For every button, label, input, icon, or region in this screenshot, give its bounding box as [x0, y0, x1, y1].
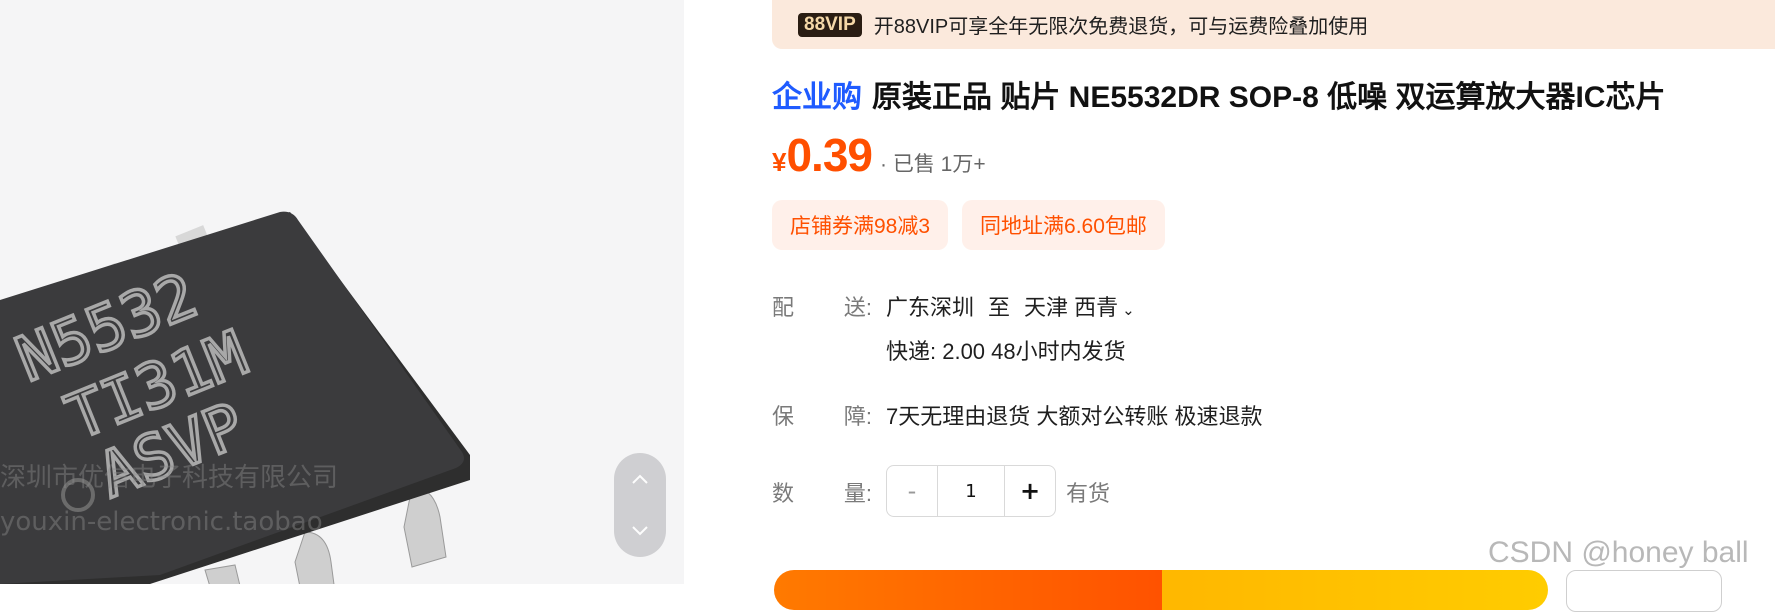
- vip-banner-text: 开88VIP可享全年无限次免费退货，可与运费险叠加使用: [873, 16, 1369, 38]
- price-row: ¥ 0.39 · 已售 1万+: [772, 128, 986, 182]
- product-title-text: 原装正品 贴片 NE5532DR SOP-8 低噪 双运算放大器IC芯片: [872, 81, 1666, 114]
- quantity-label-a: 数: [772, 481, 795, 506]
- quantity-label: 数 量:: [772, 476, 872, 508]
- vip-badge: 88VIP: [798, 12, 862, 37]
- product-image-gallery: N5532 TI31M ASVP 深圳市优信电子科技有限公司 youxin-el…: [0, 0, 684, 584]
- guarantee-text: 7天无理由退货 大额对公转账 极速退款: [886, 404, 1263, 429]
- quantity-increase-button[interactable]: +: [1005, 466, 1055, 516]
- coupon-store[interactable]: 店铺券满98减3: [772, 200, 949, 250]
- delivery-label: 配 送:: [772, 290, 872, 322]
- ship-to-word: 至: [988, 295, 1011, 320]
- quantity-decrease-button[interactable]: -: [887, 466, 937, 516]
- chip-product-image: N5532 TI31M ASVP 深圳市优信电子科技有限公司 youxin-el…: [0, 211, 470, 584]
- buy-now-button[interactable]: [1162, 570, 1548, 610]
- shipping-info: 快递: 2.00 48小时内发货: [886, 339, 1126, 364]
- price-currency: ¥: [772, 147, 787, 177]
- quantity-label-b: 量:: [843, 481, 872, 506]
- chevron-down-icon[interactable]: [614, 505, 666, 557]
- sold-count: · 已售 1万+: [880, 153, 986, 176]
- gallery-nav: [614, 453, 666, 557]
- add-to-cart-button[interactable]: [774, 570, 1162, 610]
- delivery-label-a: 配: [772, 295, 795, 320]
- coupon-free-shipping[interactable]: 同地址满6.60包邮: [962, 200, 1165, 250]
- vip-banner[interactable]: 88VIP 开88VIP可享全年无限次免费退货，可与运费险叠加使用: [772, 0, 1775, 49]
- image-watermark-en: youxin-electronic.taobao: [0, 507, 323, 537]
- chevron-up-icon[interactable]: [614, 453, 666, 505]
- page-watermark: CSDN @honey ball: [1488, 536, 1749, 569]
- price-value: 0.39: [786, 129, 873, 181]
- chevron-down-icon[interactable]: ⌄: [1122, 302, 1135, 319]
- quantity-input[interactable]: 1: [937, 466, 1005, 516]
- guarantee-label-b: 障:: [843, 404, 872, 429]
- enterprise-purchase-tag[interactable]: 企业购: [772, 81, 862, 114]
- delivery-label-b: 送:: [843, 295, 872, 320]
- stock-status: 有货: [1066, 481, 1111, 506]
- guarantee-label: 保 障:: [772, 399, 872, 431]
- quantity-stepper: - 1 +: [886, 465, 1056, 517]
- ship-from: 广东深圳: [886, 295, 975, 320]
- product-title: 企业购 原装正品 贴片 NE5532DR SOP-8 低噪 双运算放大器IC芯片: [772, 72, 1665, 116]
- coupon-list: 店铺券满98减3 同地址满6.60包邮: [772, 200, 1165, 250]
- ship-to: 天津 西青: [1024, 295, 1119, 320]
- image-watermark-cn: 深圳市优信电子科技有限公司: [0, 463, 338, 493]
- delivery-address[interactable]: 广东深圳至天津 西青 ⌄: [886, 290, 1135, 322]
- guarantee-label-a: 保: [772, 404, 795, 429]
- purchase-buttons: [774, 570, 1548, 610]
- favorite-button[interactable]: [1566, 570, 1722, 612]
